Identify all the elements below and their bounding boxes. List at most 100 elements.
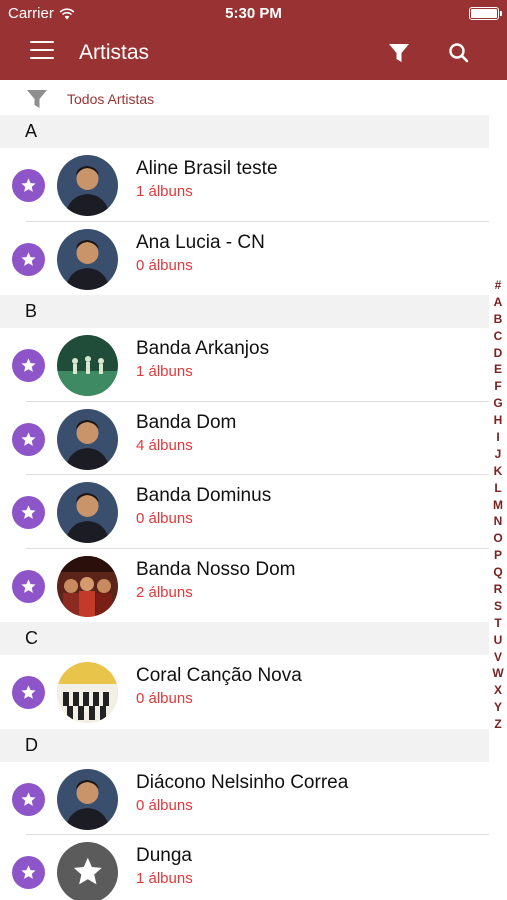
artist-name: Banda Arkanjos: [136, 338, 270, 359]
favorite-button[interactable]: [12, 422, 45, 456]
index-letter[interactable]: M: [489, 497, 507, 514]
artist-name: Aline Brasil teste: [136, 158, 278, 179]
index-letter[interactable]: B: [489, 311, 507, 328]
artist-row[interactable]: Diácono Nelsinho Correa 0 álbuns: [0, 761, 489, 835]
page-title: Artistas: [79, 41, 150, 64]
artist-row[interactable]: Banda Arkanjos 1 álbuns: [0, 328, 489, 402]
artist-name: Banda Nosso Dom: [136, 558, 296, 580]
index-letter[interactable]: Z: [489, 716, 507, 733]
index-letter[interactable]: D: [489, 345, 507, 362]
index-letter[interactable]: G: [489, 395, 507, 412]
star-icon: [21, 178, 36, 192]
star-icon: [21, 358, 36, 372]
artist-name: Dunga: [136, 845, 192, 866]
artist-row[interactable]: Banda Nosso Dom 2 álbuns: [0, 548, 489, 622]
artist-name: Ana Lucia - CN: [136, 231, 265, 253]
clock: 5:30 PM: [225, 5, 282, 22]
menu-button[interactable]: [30, 41, 54, 63]
index-letter[interactable]: A: [489, 294, 507, 311]
favorite-button[interactable]: [12, 242, 45, 276]
menu-icon-line: [30, 49, 54, 51]
artist-avatar: [57, 408, 118, 470]
artist-row[interactable]: Coral Canção Nova 0 álbuns: [0, 655, 489, 729]
index-letter[interactable]: I: [489, 429, 507, 446]
index-letter[interactable]: L: [489, 480, 507, 497]
search-button[interactable]: [447, 41, 471, 65]
artist-avatar: [57, 482, 118, 543]
index-letter[interactable]: F: [489, 378, 507, 395]
index-letter[interactable]: H: [489, 412, 507, 429]
favorite-button[interactable]: [12, 169, 45, 202]
star-icon: [21, 685, 36, 699]
favorite-button[interactable]: [12, 782, 45, 816]
index-letter[interactable]: #: [489, 277, 507, 294]
index-letter[interactable]: Q: [489, 564, 507, 581]
artist-name: Banda Dominus: [136, 485, 272, 506]
album-count: 1 álbuns: [136, 363, 193, 380]
album-count: 0 álbuns: [136, 690, 193, 707]
index-letter[interactable]: S: [489, 598, 507, 615]
section-header: A: [0, 115, 489, 148]
index-letter[interactable]: P: [489, 547, 507, 564]
favorite-button[interactable]: [12, 349, 45, 382]
index-letter[interactable]: T: [489, 615, 507, 632]
artist-list[interactable]: A Aline Brasil teste 1 álbuns Ana Lucia - C…: [0, 115, 489, 900]
index-letter[interactable]: X: [489, 682, 507, 699]
artist-row[interactable]: Ana Lucia - CN 0 álbuns: [0, 221, 489, 295]
index-letter[interactable]: O: [489, 530, 507, 547]
battery-icon: [469, 7, 502, 20]
index-letter[interactable]: C: [489, 328, 507, 345]
index-letter[interactable]: N: [489, 513, 507, 530]
album-count: 2 álbuns: [136, 583, 193, 601]
index-letter[interactable]: W: [489, 665, 507, 682]
album-count: 1 álbuns: [136, 183, 193, 200]
index-letter[interactable]: V: [489, 649, 507, 666]
star-icon: [21, 251, 36, 266]
index-letter[interactable]: J: [489, 446, 507, 463]
favorite-button[interactable]: [12, 856, 45, 889]
index-letter[interactable]: K: [489, 463, 507, 480]
index-letter[interactable]: E: [489, 361, 507, 378]
artist-row[interactable]: Dunga 1 álbuns: [0, 835, 489, 900]
index-letter[interactable]: U: [489, 632, 507, 649]
artist-row[interactable]: Banda Dom 4 álbuns: [0, 401, 489, 475]
section-header: B: [0, 295, 489, 328]
album-count: 1 álbuns: [136, 870, 193, 887]
favorite-button[interactable]: [12, 569, 45, 603]
artist-avatar: [57, 155, 118, 216]
section-header: C: [0, 622, 489, 655]
artist-name: Diácono Nelsinho Correa: [136, 771, 349, 793]
artist-avatar: [57, 768, 118, 830]
star-icon: [21, 505, 36, 519]
artist-name: Coral Canção Nova: [136, 665, 302, 686]
filter-icon: [27, 90, 47, 108]
album-count: 0 álbuns: [136, 796, 193, 814]
artist-name: Banda Dom: [136, 411, 237, 433]
menu-icon-line: [30, 57, 54, 59]
artist-avatar: [57, 228, 118, 290]
star-icon: [21, 791, 36, 806]
artist-avatar: [57, 842, 118, 900]
menu-icon-line: [30, 41, 54, 43]
favorite-button[interactable]: [12, 496, 45, 529]
star-icon: [21, 578, 36, 593]
search-icon: [449, 43, 469, 63]
star-icon: [21, 865, 36, 879]
filter-button[interactable]: [388, 42, 410, 64]
artist-row[interactable]: Banda Dominus 0 álbuns: [0, 475, 489, 549]
index-letter[interactable]: Y: [489, 699, 507, 716]
artist-row[interactable]: Aline Brasil teste 1 álbuns: [0, 148, 489, 222]
album-count: 0 álbuns: [136, 510, 193, 527]
filter-bar[interactable]: Todos Artistas: [0, 80, 507, 115]
navigation-bar: Artistas: [0, 28, 507, 80]
favorite-button[interactable]: [12, 676, 45, 709]
artist-avatar: [57, 662, 118, 723]
status-bar: Carrier 5:30 PM: [0, 0, 507, 28]
album-count: 0 álbuns: [136, 256, 193, 274]
filter-label: Todos Artistas: [67, 91, 155, 107]
album-count: 4 álbuns: [136, 436, 193, 454]
artist-avatar: [57, 555, 118, 617]
section-index[interactable]: # A B C D E F G H I J K L M N O P Q R S T U V W X Y Z: [489, 277, 507, 733]
index-letter[interactable]: R: [489, 581, 507, 598]
star-icon: [21, 431, 36, 446]
